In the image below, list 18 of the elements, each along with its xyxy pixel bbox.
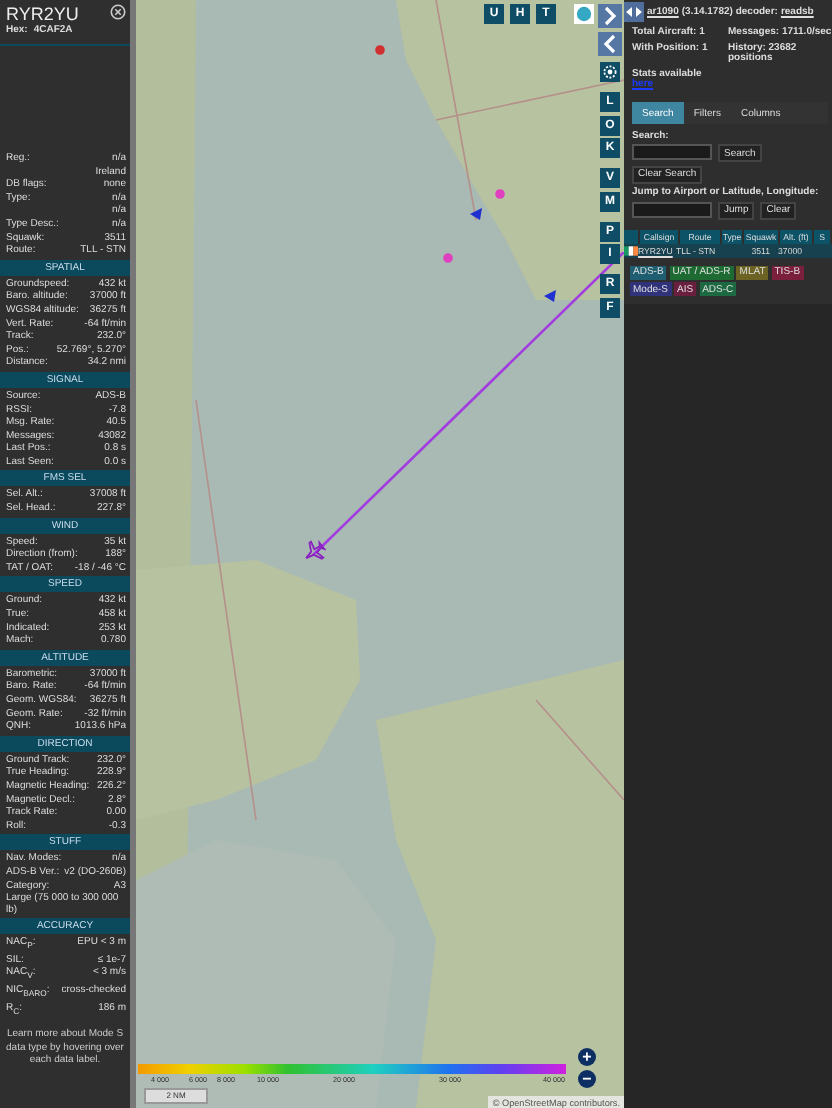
flag-icon [624, 245, 638, 255]
map-marker[interactable] [442, 252, 454, 264]
chevron-left-icon[interactable] [598, 32, 622, 56]
map-marker[interactable] [494, 188, 506, 200]
aircraft-icon[interactable] [302, 540, 326, 564]
settings-icon[interactable] [600, 62, 620, 82]
map-marker[interactable] [374, 44, 386, 56]
column-header[interactable] [624, 229, 640, 243]
scrollbar[interactable] [130, 0, 136, 1108]
map-marker[interactable] [544, 290, 556, 302]
chevron-right-icon[interactable] [598, 4, 622, 28]
search-field[interactable] [632, 144, 712, 160]
close-icon[interactable] [110, 4, 126, 20]
map-marker[interactable] [470, 208, 482, 220]
jump-field[interactable] [632, 201, 712, 217]
callsign-title: RYR2YU [6, 4, 79, 24]
expand-icon[interactable] [624, 2, 644, 22]
globe-icon[interactable] [574, 4, 594, 24]
